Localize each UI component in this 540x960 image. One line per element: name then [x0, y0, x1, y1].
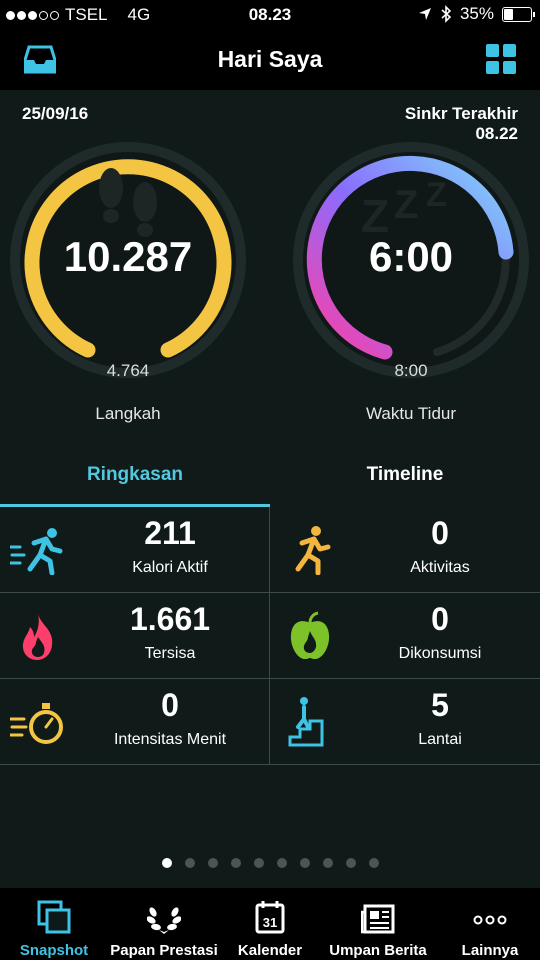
tabbar-label: Lainnya — [461, 942, 519, 959]
newspaper-icon — [361, 904, 395, 934]
stat-label: Dikonsumsi — [398, 645, 482, 662]
steps-goal: 4.764 — [106, 361, 150, 380]
battery-percent: 35% — [459, 4, 494, 23]
summary-tabs: Ringkasan Timeline — [0, 450, 540, 510]
last-sync: Sinkr Terakhir 08.22 — [405, 104, 518, 144]
stat-floors[interactable]: 5 Lantai — [270, 679, 540, 765]
stairs-icon — [288, 697, 324, 747]
page-dot[interactable] — [184, 858, 195, 868]
stat-label: Aktivitas — [410, 559, 470, 576]
svg-text:Z: Z — [426, 176, 447, 214]
bluetooth-icon — [441, 5, 452, 23]
bottom-tab-bar: Snapshot Papan Prestasi 31 Kalender Umpa… — [0, 888, 540, 960]
stat-value: 211 — [144, 515, 196, 551]
stat-activities[interactable]: 0 Aktivitas — [270, 507, 540, 593]
page-dot[interactable] — [345, 858, 356, 868]
page-dot[interactable] — [253, 858, 264, 868]
tabbar-label: Papan Prestasi — [110, 942, 218, 959]
stat-label: Kalori Aktif — [132, 559, 208, 576]
tab-timeline[interactable]: Timeline — [270, 450, 540, 508]
page-title: Hari Saya — [217, 46, 323, 72]
page-dot[interactable] — [322, 858, 333, 868]
page-dot[interactable] — [230, 858, 241, 868]
tabbar-more[interactable]: Lainnya — [446, 888, 534, 960]
steps-value: 10.287 — [63, 233, 193, 280]
tabbar-label: Umpan Berita — [329, 942, 427, 959]
stat-remaining-calories[interactable]: 1.661 Tersisa — [0, 593, 270, 679]
sleep-ring[interactable]: Z Z Z 6:00 8:00 — [291, 140, 531, 380]
tabbar-calendar[interactable]: 31 Kalender — [226, 888, 314, 960]
status-bar: TSEL 4G 08.23 35% — [0, 0, 540, 30]
tabbar-newsfeed[interactable]: Umpan Berita — [320, 888, 436, 960]
laurel-icon — [147, 907, 181, 934]
svg-text:Z: Z — [394, 183, 418, 227]
stat-value: 0 — [431, 515, 449, 551]
grid-icon[interactable] — [486, 44, 516, 74]
page-dot[interactable] — [368, 858, 379, 868]
sleep-value: 6:00 — [368, 233, 454, 280]
stat-consumed[interactable]: 0 Dikonsumsi — [270, 593, 540, 679]
tabbar-leaderboard[interactable]: Papan Prestasi — [110, 888, 218, 960]
sync-label: Sinkr Terakhir — [404, 104, 518, 123]
summary-date: 25/09/16 — [22, 104, 89, 123]
tabbar-snapshot[interactable]: Snapshot — [6, 888, 102, 960]
page-indicator[interactable] — [0, 858, 540, 868]
stat-value: 1.661 — [129, 601, 211, 637]
battery-icon — [502, 6, 535, 22]
apple-icon — [290, 611, 330, 660]
stopwatch-icon — [10, 703, 63, 744]
page-dot[interactable] — [276, 858, 287, 868]
stat-value: 0 — [161, 687, 179, 723]
calendar-icon: 31 — [255, 901, 285, 934]
tabbar-label: Kalender — [237, 942, 303, 959]
stat-label: Lantai — [418, 731, 462, 748]
dashboard-content: 25/09/16 Sinkr Terakhir 08.22 10.287 4.7… — [0, 90, 540, 888]
stat-label: Intensitas Menit — [113, 731, 227, 748]
steps-label: Langkah — [95, 404, 161, 423]
sleep-goal: 8:00 — [394, 361, 428, 380]
stats-grid: 211 Kalori Aktif 0 Aktivitas 1.661 Tersi… — [0, 507, 540, 767]
location-arrow-icon — [418, 8, 431, 20]
tabbar-label: Snapshot — [19, 942, 89, 959]
sleep-label: Waktu Tidur — [365, 404, 457, 423]
tab-ringkasan[interactable]: Ringkasan — [0, 450, 270, 508]
running-person-icon — [10, 528, 63, 575]
stat-active-calories[interactable]: 211 Kalori Aktif — [0, 507, 270, 593]
runner-icon — [295, 526, 331, 575]
page-dot[interactable] — [299, 858, 310, 868]
calendar-icon-date: 31 — [263, 915, 277, 930]
flame-icon — [22, 613, 53, 660]
stat-value: 5 — [431, 687, 449, 723]
page-dot[interactable] — [207, 858, 218, 868]
stat-label: Tersisa — [144, 645, 196, 662]
more-icon — [473, 915, 507, 925]
status-right: 35% — [418, 4, 535, 24]
stat-intensity-minutes[interactable]: 0 Intensitas Menit — [0, 679, 270, 765]
nav-bar: Hari Saya — [0, 30, 540, 90]
snapshot-icon — [37, 900, 71, 934]
page-dot[interactable] — [161, 858, 172, 868]
steps-ring[interactable]: 10.287 4.764 — [8, 140, 248, 380]
stat-value: 0 — [431, 601, 449, 637]
